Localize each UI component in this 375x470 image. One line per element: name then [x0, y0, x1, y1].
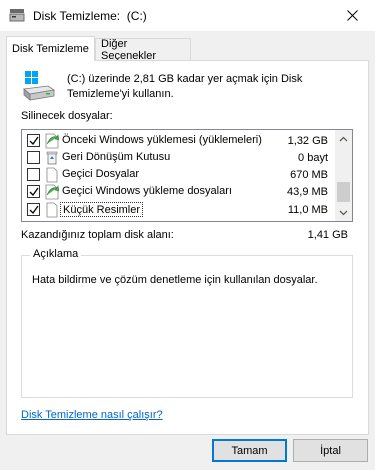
close-icon [346, 10, 358, 21]
help-link[interactable]: Disk Temizleme nasıl çalışır? [21, 409, 163, 421]
chevron-down-icon [339, 210, 348, 215]
title-bar: Disk Temizleme: (C:) [0, 0, 375, 31]
windows-update-icon [45, 133, 59, 149]
item-size: 1,32 GB [287, 135, 328, 147]
tab-label: Diğer Seçenekler [101, 37, 157, 62]
scroll-up-button[interactable] [335, 130, 352, 147]
list-item[interactable]: Küçük Resimler 11,0 MB [22, 201, 334, 219]
list-item[interactable]: Geri Dönüşüm Kutusu 0 bayt [22, 149, 334, 167]
tab-disk-cleanup[interactable]: Disk Temizleme [6, 36, 95, 61]
total-value: 1,41 GB [307, 229, 348, 241]
checkbox[interactable] [27, 168, 40, 181]
disk-cleanup-icon [9, 9, 25, 22]
cancel-button[interactable]: İptal [293, 439, 368, 462]
checkmark-icon [29, 136, 39, 145]
ok-button-label: Tamam [231, 444, 268, 457]
drive-icon [23, 71, 56, 101]
description-group: Açıklama Hata bildirme ve çözüm denetlem… [21, 248, 353, 398]
ok-button[interactable]: Tamam [212, 439, 287, 462]
file-icon [46, 167, 58, 183]
list-item[interactable]: Geçici Windows yükleme dosyaları 43,9 MB [22, 183, 334, 201]
files-label: Silinecek dosyalar: [21, 110, 113, 122]
scrollbar[interactable] [335, 130, 352, 221]
windows-update-icon [45, 184, 59, 200]
item-name: Geri Dönüşüm Kutusu [62, 151, 171, 163]
chevron-up-icon [339, 136, 348, 141]
item-size: 670 MB [290, 169, 328, 181]
close-button[interactable] [329, 0, 375, 31]
recycle-bin-icon [46, 151, 58, 165]
checkmark-icon [29, 187, 39, 196]
group-title: Açıklama [30, 248, 82, 260]
files-list[interactable]: Önceki Windows yüklemesi (yüklemeleri) 1… [21, 129, 353, 222]
checkbox[interactable] [27, 151, 40, 164]
item-name: Küçük Resimler [60, 202, 144, 217]
list-item[interactable]: Geçici Dosyalar 670 MB [22, 166, 334, 184]
item-name: Geçici Windows yükleme dosyaları [62, 185, 232, 197]
group-text: Hata bildirme ve çözüm denetleme için ku… [32, 274, 318, 286]
checkbox[interactable] [27, 134, 40, 147]
description-text: (C:) üzerinde 2,81 GB kadar yer açmak iç… [67, 73, 303, 100]
item-name: Önceki Windows yüklemesi (yüklemeleri) [62, 134, 262, 146]
file-icon [46, 202, 58, 218]
checkbox[interactable] [27, 185, 40, 198]
list-item[interactable]: Önceki Windows yüklemesi (yüklemeleri) 1… [22, 132, 334, 150]
item-size: 43,9 MB [287, 186, 328, 198]
cancel-button-label: İptal [320, 444, 341, 457]
item-size: 0 bayt [298, 152, 328, 164]
tab-more-options[interactable]: Diğer Seçenekler [95, 37, 191, 62]
item-size: 11,0 MB [287, 204, 328, 216]
total-label: Kazandığınız toplam disk alanı: [21, 229, 174, 241]
scroll-thumb[interactable] [337, 182, 350, 202]
scroll-down-button[interactable] [335, 204, 352, 221]
tab-label: Disk Temizleme [12, 43, 89, 55]
checkmark-icon [29, 205, 39, 214]
item-name: Geçici Dosyalar [62, 168, 140, 180]
checkbox[interactable] [27, 203, 40, 216]
window-title: Disk Temizleme: (C:) [33, 9, 147, 23]
